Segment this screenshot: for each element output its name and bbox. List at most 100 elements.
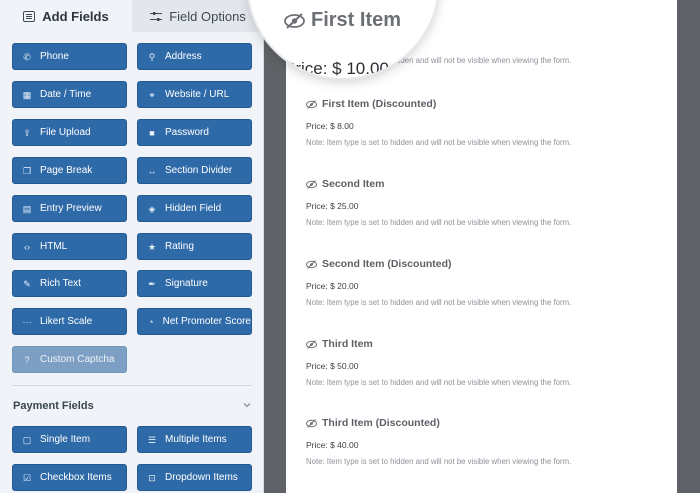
item-price: Price: $ 8.00	[306, 121, 354, 131]
item-title-row: Second Item	[306, 178, 666, 190]
pen-icon: ✒	[148, 278, 156, 289]
gauge-icon: ◔	[148, 316, 154, 327]
item-price: Price: $ 50.00	[306, 361, 359, 371]
file-single-icon: ▢	[22, 434, 32, 445]
eye-slash-icon: ◈	[148, 203, 156, 214]
field-button-signature[interactable]: ✒ Signature	[137, 270, 252, 297]
field-label: Checkbox Items	[40, 472, 112, 483]
field-label: Password	[165, 127, 209, 138]
item-title-row: First Item (Discounted)	[306, 98, 666, 110]
list-icon: ☰	[147, 434, 157, 445]
field-label: Multiple Items	[165, 434, 227, 445]
phone-icon: ✆	[23, 51, 31, 62]
panel-tabs: Add Fields Field Options	[0, 0, 263, 32]
field-label: Net Promoter Score	[162, 316, 251, 327]
item-title-row: Second Item (Discounted)	[306, 258, 666, 270]
eye-slash-icon	[306, 339, 317, 349]
field-button-html[interactable]: ‹› HTML	[12, 233, 127, 260]
field-button-entry-preview[interactable]: ▤ Entry Preview	[12, 195, 127, 222]
payment-item[interactable]: Second Item Price: $ 25.00 Note: Item ty…	[306, 178, 666, 227]
field-label: Rich Text	[40, 278, 81, 289]
field-label: Address	[165, 51, 202, 62]
file-icon: ▤	[22, 203, 32, 214]
payment-item[interactable]: Second Item (Discounted) Price: $ 20.00 …	[306, 258, 666, 307]
tab-field-options-label: Field Options	[169, 8, 246, 24]
arrows-horizontal-icon: ↔	[147, 165, 157, 176]
field-label: Page Break	[40, 165, 93, 176]
field-label: Rating	[165, 241, 194, 252]
field-button-single-item[interactable]: ▢ Single Item	[12, 426, 127, 453]
field-button-website-url[interactable]: ⚭ Website / URL	[137, 81, 252, 108]
field-button-custom-captcha[interactable]: ? Custom Captcha	[12, 346, 127, 373]
payment-fields-heading[interactable]: Payment Fields	[13, 400, 94, 412]
field-button-net-promoter-score[interactable]: ◔ Net Promoter Score	[137, 308, 252, 335]
calendar-icon: ▦	[22, 89, 32, 100]
dropdown-icon: ⊡	[148, 472, 156, 483]
magnified-item-title-row: First Item	[284, 9, 401, 32]
field-label: Dropdown Items	[165, 472, 238, 483]
sliders-icon	[150, 11, 163, 21]
link-icon: ⚭	[148, 89, 156, 100]
builder-gutter-right	[677, 0, 700, 493]
payment-item[interactable]: First Item (Discounted) Price: $ 8.00 No…	[306, 98, 666, 147]
field-label: Signature	[165, 278, 208, 289]
field-label: Hidden Field	[165, 203, 222, 214]
section-divider	[12, 385, 252, 386]
field-button-rich-text[interactable]: ✎ Rich Text	[12, 270, 127, 297]
chevron-down-icon[interactable]	[242, 400, 252, 410]
field-button-multiple-items[interactable]: ☰ Multiple Items	[137, 426, 252, 453]
item-price: Price: $ 20.00	[306, 281, 359, 291]
field-label: Single Item	[40, 434, 91, 445]
field-button-password[interactable]: ■ Password	[137, 119, 252, 146]
payment-item[interactable]: Third Item (Discounted) Price: $ 40.00 N…	[306, 417, 666, 466]
field-label: Section Divider	[165, 165, 233, 176]
field-button-likert-scale[interactable]: ··· Likert Scale	[12, 308, 127, 335]
copy-icon: ❐	[22, 165, 32, 176]
payment-item[interactable]: Third Item Price: $ 50.00 Note: Item typ…	[306, 338, 666, 387]
eye-slash-icon	[306, 99, 317, 109]
checkbox-icon: ☑	[22, 472, 32, 483]
upload-icon: ⇪	[23, 127, 31, 138]
tab-add-fields-label: Add Fields	[42, 8, 109, 24]
item-note: Note: Item type is set to hidden and wil…	[306, 138, 572, 147]
field-label: Likert Scale	[40, 316, 93, 327]
item-title: Second Item	[322, 178, 385, 190]
tab-field-options[interactable]: Field Options	[132, 0, 263, 32]
question-circle-icon: ?	[24, 354, 30, 365]
field-label: Entry Preview	[40, 203, 102, 214]
field-button-hidden-field[interactable]: ◈ Hidden Field	[137, 195, 252, 222]
field-button-section-divider[interactable]: ↔ Section Divider	[137, 157, 252, 184]
item-title: Second Item (Discounted)	[322, 258, 452, 270]
item-title: First Item (Discounted)	[322, 98, 437, 110]
edit-icon: ✎	[23, 278, 31, 289]
tab-add-fields[interactable]: Add Fields	[0, 0, 132, 32]
map-pin-icon: ⚲	[148, 51, 156, 62]
magnified-item-price: Price: $ 10.00	[284, 59, 389, 78]
lock-icon: ■	[149, 127, 155, 138]
eye-slash-icon	[306, 179, 317, 189]
code-icon: ‹›	[24, 241, 30, 252]
item-note: Note: Item type is set to hidden and wil…	[306, 218, 572, 227]
field-button-rating[interactable]: ★ Rating	[137, 233, 252, 260]
item-title: Third Item (Discounted)	[322, 417, 440, 429]
field-label: HTML	[40, 241, 68, 252]
star-icon: ★	[147, 241, 157, 252]
field-label: Custom Captcha	[40, 354, 115, 365]
field-button-file-upload[interactable]: ⇪ File Upload	[12, 119, 127, 146]
list-icon	[23, 10, 36, 22]
item-title: Third Item	[322, 338, 373, 350]
field-label: Phone	[40, 51, 69, 62]
field-button-date-time[interactable]: ▦ Date / Time	[12, 81, 127, 108]
magnified-item-title: First Item	[311, 9, 402, 31]
field-label: Website / URL	[165, 89, 230, 100]
ellipsis-icon: ···	[22, 316, 32, 327]
field-button-dropdown-items[interactable]: ⊡ Dropdown Items	[137, 464, 252, 491]
field-label: File Upload	[40, 127, 91, 138]
field-button-address[interactable]: ⚲ Address	[137, 43, 252, 70]
field-button-checkbox-items[interactable]: ☑ Checkbox Items	[12, 464, 127, 491]
field-button-page-break[interactable]: ❐ Page Break	[12, 157, 127, 184]
item-price: Price: $ 25.00	[306, 201, 359, 211]
field-panel: Add Fields Field Options ✆ Phone ⚲ Addre…	[0, 0, 264, 493]
field-button-phone[interactable]: ✆ Phone	[12, 43, 127, 70]
item-note: Note: Item type is set to hidden and wil…	[306, 457, 572, 466]
